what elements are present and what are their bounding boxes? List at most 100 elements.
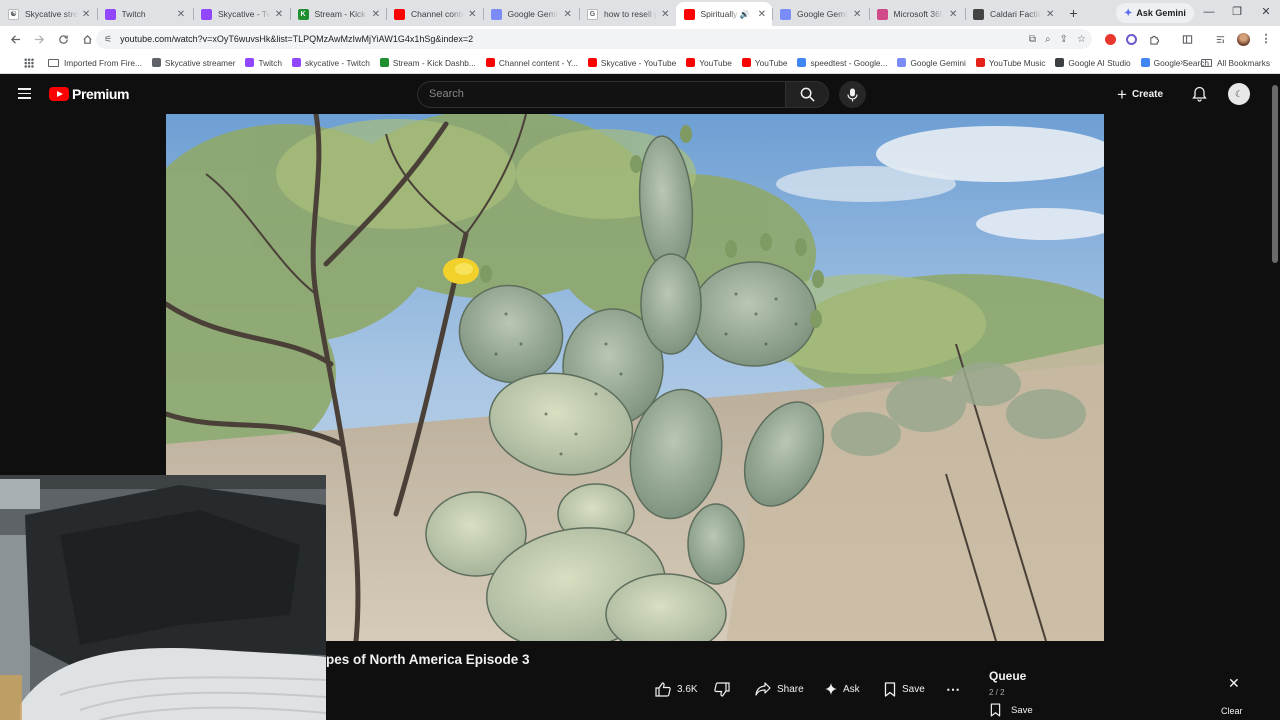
- queue-clear-button[interactable]: Clear: [1221, 706, 1243, 716]
- url-text: youtube.com/watch?v=xOyT6wuvsHk&list=TLP…: [120, 34, 474, 44]
- bookmark-item[interactable]: speedtest - Google...: [797, 58, 887, 68]
- close-queue-button[interactable]: ✕: [1228, 675, 1240, 692]
- bookmark-item[interactable]: Skycative streamer: [151, 58, 235, 68]
- close-tab-icon[interactable]: ✕: [661, 9, 669, 20]
- site-settings-icon[interactable]: ⚟: [104, 34, 112, 45]
- close-tab-icon[interactable]: ✕: [274, 9, 283, 20]
- dislike-button[interactable]: [714, 678, 736, 700]
- scrollbar-thumb[interactable]: [1272, 85, 1278, 263]
- maximize-window-button[interactable]: ❐: [1222, 0, 1252, 26]
- more-actions-button[interactable]: ⋯: [946, 678, 960, 700]
- avatar-glyph: ☾: [1234, 88, 1244, 99]
- ask-button[interactable]: Ask: [825, 678, 860, 700]
- browser-tab[interactable]: K Stream - Kick Dashboard ✕: [289, 2, 387, 26]
- bookmarks-bar: Imported From Fire... Skycative streamer T…: [0, 52, 1280, 74]
- apps-grid-icon[interactable]: [24, 57, 34, 68]
- video-title: pes of North America Episode 3: [326, 652, 530, 667]
- extension-purple-icon[interactable]: [1121, 29, 1141, 49]
- close-tab-icon[interactable]: ✕: [852, 9, 863, 20]
- new-tab-button[interactable]: +: [1062, 5, 1086, 21]
- notifications-button[interactable]: [1190, 85, 1208, 103]
- voice-search-button[interactable]: [839, 81, 866, 108]
- back-button[interactable]: [4, 28, 26, 50]
- bookmark-item[interactable]: Google Search: [1140, 58, 1209, 68]
- bookmark-favicon-icon: [897, 58, 907, 67]
- save-button[interactable]: Save: [884, 678, 925, 700]
- menu-hamburger-icon[interactable]: [18, 88, 31, 99]
- close-tab-icon[interactable]: ✕: [468, 9, 476, 20]
- page-scrollbar[interactable]: [1270, 75, 1280, 720]
- close-tab-icon[interactable]: ✕: [372, 9, 380, 20]
- create-button[interactable]: + Create: [1117, 83, 1163, 105]
- address-bar[interactable]: ⚟ youtube.com/watch?v=xOyT6wuvsHk&list=T…: [96, 29, 1092, 49]
- like-button[interactable]: 3.6K: [655, 678, 698, 700]
- close-tab-icon[interactable]: ✕: [562, 9, 573, 20]
- webcam-feed-image: [0, 475, 326, 720]
- bookmark-favicon-icon: [379, 58, 389, 67]
- browser-tab[interactable]: Caldari Faction ✕: [965, 2, 1062, 26]
- home-button[interactable]: [76, 28, 98, 50]
- browser-tab[interactable]: ☯ Skycative streamer ✕: [0, 2, 97, 26]
- bookmark-item[interactable]: Imported From Fire...: [48, 58, 142, 68]
- bookmark-item[interactable]: skycative - Twitch: [291, 58, 370, 68]
- extension-red-icon[interactable]: [1100, 29, 1120, 49]
- search-button[interactable]: [785, 81, 829, 108]
- reload-button[interactable]: [52, 28, 74, 50]
- install-app-icon[interactable]: ⧉: [1029, 34, 1036, 45]
- close-tab-icon[interactable]: ✕: [947, 9, 959, 20]
- forward-button[interactable]: [28, 28, 50, 50]
- bookmarks-overflow-icon[interactable]: »: [1180, 57, 1186, 68]
- queue-save-button[interactable]: Save: [990, 703, 1033, 717]
- tab-title: Caldari Faction: [990, 9, 1041, 19]
- browser-tab[interactable]: Google Gemini✕: [482, 2, 580, 26]
- profile-avatar-icon[interactable]: [1233, 29, 1253, 49]
- browser-tab[interactable]: Twitch ✕: [96, 2, 194, 26]
- bookmark-item[interactable]: YouTube: [741, 57, 788, 68]
- all-bookmarks-label: All Bookmarks: [1216, 58, 1270, 68]
- bookmark-item[interactable]: Google Gemini: [897, 58, 966, 68]
- close-tab-icon[interactable]: ✕: [175, 9, 187, 20]
- bookmark-item[interactable]: YouTube Music: [975, 58, 1045, 68]
- browser-tab[interactable]: Microsoft 365 ✕: [868, 2, 966, 26]
- home-icon: [82, 34, 92, 44]
- account-avatar[interactable]: ☾: [1228, 83, 1250, 105]
- tab-title: Spiritually Sound: [700, 9, 740, 19]
- plus-icon: +: [1117, 84, 1127, 104]
- share-button[interactable]: Share: [755, 678, 804, 700]
- bookmark-label: Channel content - Y...: [498, 57, 578, 68]
- browser-tab[interactable]: Channel content - YouTube✕: [386, 2, 483, 26]
- bookmark-item[interactable]: YouTube: [686, 58, 732, 68]
- search-input[interactable]: Search: [417, 81, 785, 108]
- browser-menu-icon[interactable]: ⋮: [1256, 29, 1276, 49]
- ask-gemini-button[interactable]: ✦ Ask Gemini: [1116, 3, 1194, 23]
- bookmark-item[interactable]: Stream - Kick Dashb...: [379, 58, 476, 68]
- tab-audio-icon[interactable]: 🔊: [740, 10, 750, 19]
- browser-tab[interactable]: Spiritually Sound🔊 ✕: [675, 2, 772, 26]
- share-page-icon[interactable]: ⇪: [1060, 34, 1068, 45]
- tab-title: Skycative - Twitch: [218, 9, 271, 19]
- browser-tab[interactable]: Google Gemini✕: [772, 2, 869, 26]
- bookmark-item[interactable]: Twitch: [245, 58, 282, 68]
- bookmark-icon: [884, 681, 896, 697]
- close-tab-icon[interactable]: ✕: [82, 9, 91, 20]
- reading-mode-icon[interactable]: [1177, 29, 1197, 49]
- bookmark-item[interactable]: Channel content - Y...: [485, 57, 578, 68]
- all-bookmarks-button[interactable]: All Bookmarks: [1200, 52, 1270, 74]
- media-controls-icon[interactable]: [1210, 29, 1230, 49]
- browser-tab[interactable]: Ghow to resell products✕: [579, 2, 676, 26]
- close-window-button[interactable]: ✕: [1251, 0, 1280, 26]
- bookmark-star-icon[interactable]: ☆: [1077, 34, 1086, 45]
- youtube-premium-logo[interactable]: Premium: [49, 86, 130, 102]
- bookmark-item[interactable]: Google AI Studio: [1055, 58, 1131, 68]
- zoom-icon[interactable]: ⌕: [1045, 34, 1051, 45]
- close-tab-icon[interactable]: ✕: [758, 9, 766, 20]
- bookmark-label: YouTube: [754, 57, 788, 68]
- arrow-left-icon: [10, 34, 20, 44]
- like-count: 3.6K: [677, 683, 698, 695]
- minimize-window-button[interactable]: —: [1194, 0, 1224, 26]
- browser-tab[interactable]: Skycative - Twitch✕: [193, 2, 290, 26]
- arrow-right-icon: [34, 34, 44, 44]
- close-tab-icon[interactable]: ✕: [1045, 9, 1056, 20]
- bookmark-item[interactable]: Skycative - YouTube: [587, 58, 676, 68]
- extensions-puzzle-icon[interactable]: [1144, 29, 1164, 49]
